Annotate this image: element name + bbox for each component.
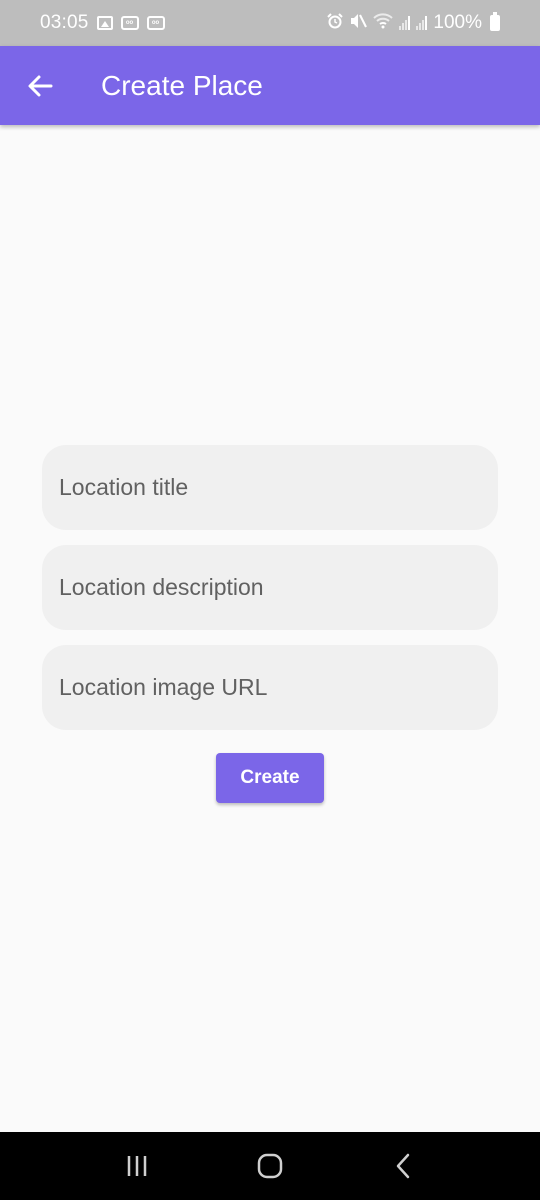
voicemail-icon: oo: [120, 16, 139, 30]
status-time: 03:05: [40, 12, 89, 33]
location-description-field-container: [42, 545, 498, 630]
back-button[interactable]: [0, 46, 80, 125]
back-icon: [397, 1153, 410, 1179]
location-title-field-container: [42, 445, 498, 530]
signal-icon: [399, 16, 411, 30]
recents-icon: [127, 1156, 146, 1176]
gallery-icon: [96, 16, 113, 30]
location-title-input[interactable]: [59, 474, 498, 501]
mute-icon: [349, 13, 368, 33]
status-left: 03:05 oo oo: [40, 12, 165, 34]
location-description-input[interactable]: [59, 574, 498, 601]
status-right: 100%: [327, 12, 500, 34]
nav-back-button[interactable]: [373, 1136, 433, 1196]
wifi-icon: [373, 13, 394, 33]
screen: 03:05 oo oo 100% Create Place Location t…: [0, 0, 540, 1200]
status-bar: 03:05 oo oo 100%: [0, 0, 540, 46]
battery-percent: 100%: [433, 12, 482, 33]
location-image-url-field-container: [42, 645, 498, 730]
system-nav-bar: [0, 1132, 540, 1200]
app-bar: Create Place: [0, 46, 540, 125]
home-button[interactable]: [240, 1136, 300, 1196]
home-icon: [257, 1153, 283, 1179]
page-title: Create Place: [101, 69, 263, 101]
voicemail-icon: oo: [146, 16, 165, 30]
create-button[interactable]: Create: [216, 753, 324, 803]
create-place-form: [42, 445, 498, 745]
alarm-icon: [327, 13, 344, 33]
battery-icon: [490, 12, 500, 31]
arrow-left-icon: [28, 75, 53, 96]
location-image-url-input[interactable]: [59, 674, 498, 701]
recents-button[interactable]: [107, 1136, 167, 1196]
signal-icon: [416, 16, 428, 30]
